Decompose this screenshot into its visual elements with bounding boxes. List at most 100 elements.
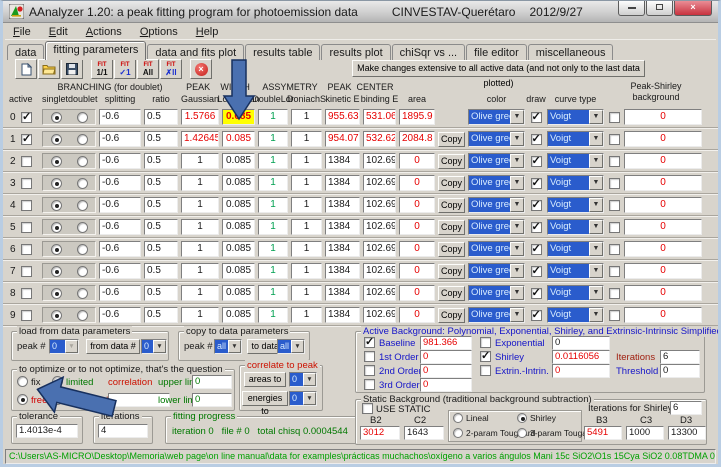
dropdown-arrow-icon[interactable]: ▼ <box>510 132 524 146</box>
doublet-radio[interactable] <box>77 310 88 321</box>
first-order-checkbox[interactable] <box>364 351 375 362</box>
kinetic-e-input[interactable]: 1384 <box>325 197 360 213</box>
fit-all-button[interactable]: FIT All <box>137 59 159 79</box>
splitting-input[interactable]: -0.6 <box>99 307 141 323</box>
dropdown-arrow-icon[interactable]: ▼ <box>510 264 524 278</box>
menu-actions[interactable]: Actions <box>86 26 122 38</box>
extrin-intrin-checkbox[interactable] <box>480 365 491 376</box>
peak-shirley-checkbox[interactable] <box>609 288 620 299</box>
from-data-button[interactable]: from data # <box>86 339 140 354</box>
kinetic-e-input[interactable]: 1384 <box>325 241 360 257</box>
ratio-input[interactable]: 0.5 <box>144 285 178 301</box>
active-checkbox[interactable] <box>21 112 32 123</box>
energies-to-combobox[interactable]: 0 ▼ <box>289 391 317 406</box>
binding-e-input[interactable]: 102.6999 <box>363 219 396 235</box>
kinetic-e-input[interactable]: 954.0717 <box>325 131 360 147</box>
curve-type-combobox[interactable]: Voigt ▼ <box>547 175 604 191</box>
area-input[interactable]: 0 <box>399 307 435 323</box>
dropdown-arrow-icon[interactable]: ▼ <box>589 264 603 278</box>
minimize-button[interactable] <box>618 1 645 16</box>
draw-checkbox[interactable] <box>531 134 542 145</box>
first-order-input[interactable]: 0 <box>420 350 472 364</box>
lorentzian-width-input[interactable]: 0.085 <box>222 175 255 191</box>
lorentzian-width-input[interactable]: 0.085 <box>222 241 255 257</box>
peak-shirley-background-input[interactable]: 0 <box>624 153 702 169</box>
dropdown-arrow-icon[interactable]: ▼ <box>303 392 316 405</box>
lineal-radio[interactable] <box>453 413 463 423</box>
color-combobox[interactable]: Olive green ▼ <box>468 219 525 235</box>
lorentzian-width-input[interactable]: 0.085 <box>222 197 255 213</box>
binding-e-input[interactable]: 102.6999 <box>363 307 396 323</box>
singlet-radio[interactable] <box>51 200 62 211</box>
doublelor-input[interactable]: 1 <box>258 175 288 191</box>
copy-button[interactable]: Copy <box>438 132 465 147</box>
peak-shirley-checkbox[interactable] <box>609 222 620 233</box>
lorentzian-width-input[interactable]: 0.085 <box>222 153 255 169</box>
dropdown-arrow-icon[interactable]: ▼ <box>589 154 603 168</box>
active-checkbox[interactable] <box>21 134 32 145</box>
ratio-input[interactable]: 0.5 <box>144 153 178 169</box>
fit-x-all-button[interactable]: FIT ✗ll <box>160 59 182 79</box>
baseline-input[interactable]: 981.366 <box>420 336 472 350</box>
dropdown-arrow-icon[interactable]: ▼ <box>589 132 603 146</box>
copy-button[interactable]: Copy <box>438 308 465 323</box>
doublelor-input[interactable]: 1 <box>258 285 288 301</box>
area-input[interactable]: 0 <box>399 153 435 169</box>
kinetic-e-input[interactable]: 1384 <box>325 175 360 191</box>
peak-shirley-checkbox[interactable] <box>609 178 620 189</box>
splitting-input[interactable]: -0.6 <box>99 263 141 279</box>
dropdown-arrow-icon[interactable]: ▼ <box>510 176 524 190</box>
dropdown-arrow-icon[interactable]: ▼ <box>510 110 524 124</box>
area-input[interactable]: 0 <box>399 219 435 235</box>
dropdown-arrow-icon[interactable]: ▼ <box>228 340 241 353</box>
doublelor-input[interactable]: 1 <box>258 131 288 147</box>
peak-shirley-background-input[interactable]: 0 <box>624 131 702 147</box>
close-button[interactable]: × <box>674 1 712 16</box>
lorentzian-width-input[interactable]: 0.085 <box>222 219 255 235</box>
splitting-input[interactable]: -0.6 <box>99 109 141 125</box>
ratio-input[interactable]: 0.5 <box>144 263 178 279</box>
dropdown-arrow-icon[interactable]: ▼ <box>510 198 524 212</box>
dropdown-arrow-icon[interactable]: ▼ <box>589 198 603 212</box>
tab-data-and-fits-plot[interactable]: data and fits plot <box>147 44 244 60</box>
draw-checkbox[interactable] <box>531 288 542 299</box>
dropdown-arrow-icon[interactable]: ▼ <box>510 286 524 300</box>
tab-data[interactable]: data <box>7 44 44 60</box>
doublet-radio[interactable] <box>77 266 88 277</box>
tab-results-plot[interactable]: results plot <box>321 44 390 60</box>
kinetic-e-input[interactable]: 1384 <box>325 153 360 169</box>
ratio-input[interactable]: 0.5 <box>144 307 178 323</box>
ratio-input[interactable]: 0.5 <box>144 219 178 235</box>
ratio-input[interactable]: 0.5 <box>144 175 178 191</box>
doniachs-input[interactable]: 1 <box>291 241 322 257</box>
gaussian-width-input[interactable]: 1 <box>181 219 219 235</box>
doniachs-input[interactable]: 1 <box>291 285 322 301</box>
singlet-radio[interactable] <box>51 244 62 255</box>
dropdown-arrow-icon[interactable]: ▼ <box>589 176 603 190</box>
peak-shirley-background-input[interactable]: 0 <box>624 219 702 235</box>
free-radio[interactable] <box>17 394 28 405</box>
splitting-input[interactable]: -0.6 <box>99 219 141 235</box>
doniachs-input[interactable]: 1 <box>291 307 322 323</box>
dropdown-arrow-icon[interactable]: ▼ <box>510 220 524 234</box>
doublet-radio[interactable] <box>77 222 88 233</box>
dropdown-arrow-icon[interactable]: ▼ <box>510 154 524 168</box>
doniachs-input[interactable]: 1 <box>291 109 322 125</box>
curve-type-combobox[interactable]: Voigt ▼ <box>547 285 604 301</box>
area-input[interactable]: 0 <box>399 175 435 191</box>
gaussian-width-input[interactable]: 1.5766 <box>181 109 219 125</box>
gaussian-width-input[interactable]: 1.42645 <box>181 131 219 147</box>
area-input[interactable]: 0 <box>399 263 435 279</box>
active-checkbox[interactable] <box>21 178 32 189</box>
color-combobox[interactable]: Olive green ▼ <box>468 109 525 125</box>
d3-input[interactable]: 13300 <box>668 426 706 440</box>
lorentzian-width-input[interactable]: 0.085 <box>222 131 255 147</box>
binding-e-input[interactable]: 102.6999 <box>363 197 396 213</box>
draw-checkbox[interactable] <box>531 156 542 167</box>
third-order-checkbox[interactable] <box>364 379 375 390</box>
doublet-radio[interactable] <box>77 112 88 123</box>
save-file-button[interactable] <box>61 59 83 79</box>
dropdown-arrow-icon[interactable]: ▼ <box>589 110 603 124</box>
exponential-input[interactable]: 0 <box>552 336 610 350</box>
kinetic-e-input[interactable]: 955.6334 <box>325 109 360 125</box>
